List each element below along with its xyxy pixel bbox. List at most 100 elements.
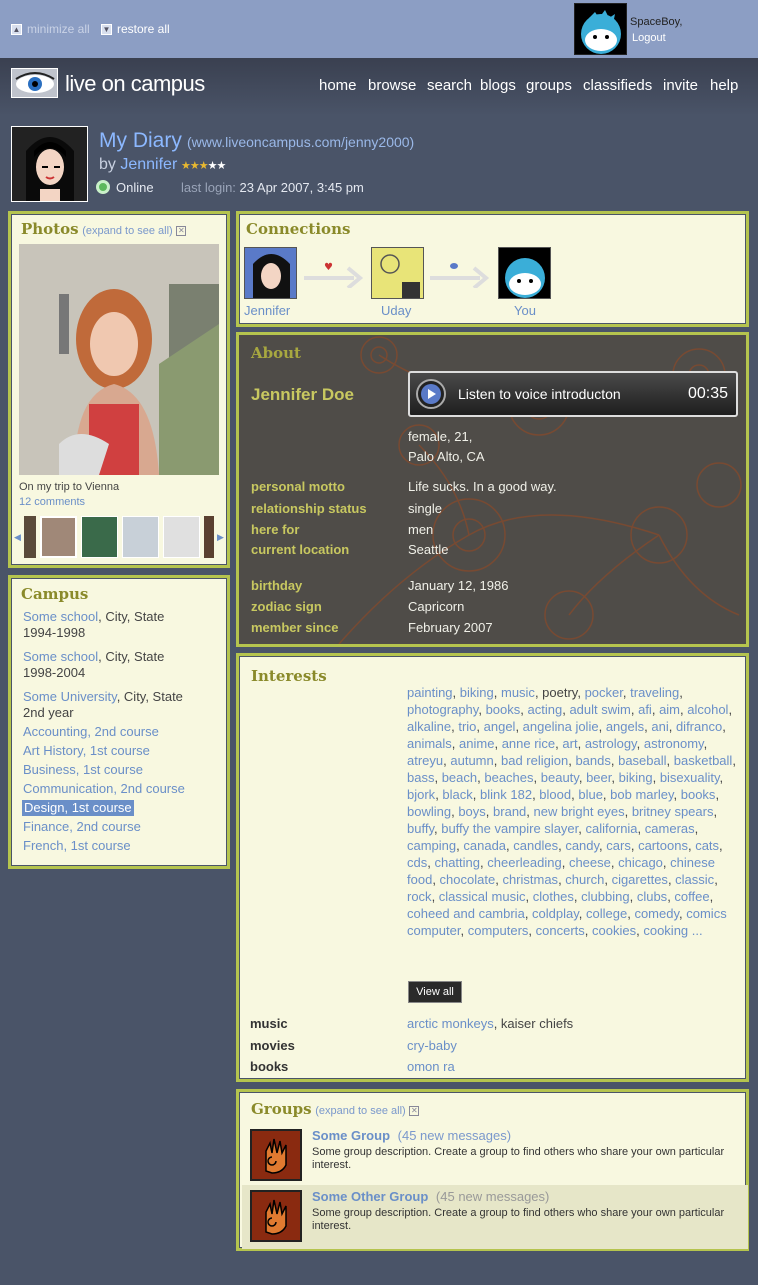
interest-tag[interactable]: biking (619, 770, 653, 785)
interest-tag[interactable]: bass (407, 770, 434, 785)
group-hand-icon[interactable] (250, 1129, 302, 1181)
interest-tag[interactable]: coldplay (532, 906, 579, 921)
interest-tag[interactable]: baseball (618, 753, 666, 768)
voice-intro-player[interactable]: Listen to voice introducton 00:35 (408, 371, 738, 417)
connection-name[interactable]: Jennifer (244, 303, 290, 318)
interest-tag[interactable]: difranco (676, 719, 722, 734)
course-link-selected[interactable]: Design, 1st course (22, 800, 134, 816)
interest-tag[interactable]: cheese (569, 855, 611, 870)
interest-tag[interactable]: buffy (407, 821, 434, 836)
interest-tag[interactable]: blood (539, 787, 571, 802)
connection-avatar-you[interactable] (498, 247, 551, 299)
interest-tag[interactable]: computers (468, 923, 529, 938)
interest-tag[interactable]: traveling (630, 685, 679, 700)
interest-tag[interactable]: cameras (645, 821, 695, 836)
logout-link[interactable]: Logout (632, 32, 666, 44)
interest-tag[interactable]: acting (528, 702, 563, 717)
interest-tag[interactable]: astronomy (644, 736, 704, 751)
interest-tag[interactable]: bjork (407, 787, 435, 802)
interest-tag[interactable]: clubs (637, 889, 667, 904)
movies-link[interactable]: cry-baby (407, 1038, 457, 1053)
school-link[interactable]: Some school (23, 609, 98, 624)
interest-tag[interactable]: black (442, 787, 472, 802)
interest-tag[interactable]: church (565, 872, 604, 887)
photo-thumb[interactable] (40, 516, 77, 558)
interest-tag[interactable]: california (586, 821, 638, 836)
photo-thumb[interactable] (122, 516, 159, 558)
interest-tag[interactable]: camping (407, 838, 456, 853)
interest-tag[interactable]: angelina jolie (523, 719, 599, 734)
interest-tag[interactable]: astrology (585, 736, 637, 751)
interest-tag[interactable]: cookies (592, 923, 636, 938)
interest-tag[interactable]: beer (586, 770, 611, 785)
interest-tag[interactable]: angel (484, 719, 516, 734)
interest-tag[interactable]: comedy (634, 906, 679, 921)
interest-tag[interactable]: buffy the vampire slayer (441, 821, 578, 836)
profile-url-link[interactable]: (www.liveoncampus.com/jenny2000) (187, 134, 414, 150)
interest-tag[interactable]: blue (578, 787, 603, 802)
interest-tag[interactable]: bad religion (501, 753, 568, 768)
interest-tag[interactable]: bands (575, 753, 610, 768)
minimize-all-button[interactable]: ▲ minimize all (11, 22, 90, 36)
interest-tag[interactable]: cheerleading (487, 855, 561, 870)
interest-tag[interactable]: christmas (502, 872, 558, 887)
interest-tag[interactable]: afi (638, 702, 652, 717)
interest-tag[interactable]: beauty (541, 770, 579, 785)
nav-help[interactable]: help (710, 77, 738, 94)
interest-tag[interactable]: bisexuality (660, 770, 720, 785)
author-link[interactable]: Jennifer (120, 156, 177, 173)
interest-tag[interactable]: canada (463, 838, 506, 853)
photos-expand-link[interactable]: (expand to see all) (82, 225, 173, 237)
interest-tag[interactable]: anne rice (502, 736, 555, 751)
view-all-button[interactable]: View all (408, 981, 462, 1003)
interest-tag[interactable]: biking (460, 685, 494, 700)
course-link[interactable]: Business, 1st course (23, 762, 143, 778)
interest-tag[interactable]: bob marley (610, 787, 673, 802)
interest-tag[interactable]: angels (606, 719, 644, 734)
nav-home[interactable]: home (319, 77, 357, 94)
group-name-link[interactable]: Some Group (312, 1128, 390, 1143)
interest-tag[interactable]: britney spears (632, 804, 714, 819)
connection-avatar-jennifer[interactable] (244, 247, 297, 299)
interest-tag[interactable]: classical music (439, 889, 526, 904)
nav-classifieds[interactable]: classifieds (583, 77, 652, 94)
interest-tag[interactable]: college (586, 906, 627, 921)
nav-search[interactable]: search (427, 77, 472, 94)
interest-tag[interactable]: aim (659, 702, 680, 717)
interest-tag[interactable]: music (501, 685, 535, 700)
interest-tag[interactable]: cigarettes (612, 872, 668, 887)
connection-name[interactable]: You (514, 303, 536, 318)
interest-tag[interactable]: chocolate (440, 872, 496, 887)
group-messages[interactable]: (45 new messages) (436, 1189, 549, 1204)
photo-comments-link[interactable]: 12 comments (19, 496, 85, 508)
interest-tag[interactable]: beach (442, 770, 477, 785)
interest-tag[interactable]: ani (651, 719, 668, 734)
course-link[interactable]: Accounting, 2nd course (23, 724, 159, 740)
photo-thumb[interactable] (163, 516, 200, 558)
interest-tag[interactable]: classic (675, 872, 714, 887)
interest-tag[interactable]: coheed and cambria (407, 906, 525, 921)
nav-blogs[interactable]: blogs (480, 77, 516, 94)
interest-tag[interactable]: books (486, 702, 521, 717)
interest-tag[interactable]: alkaline (407, 719, 451, 734)
books-link[interactable]: omon ra (407, 1059, 455, 1074)
interest-tag[interactable]: beaches (484, 770, 533, 785)
interest-tag[interactable]: cds (407, 855, 427, 870)
interest-tag[interactable]: blink 182 (480, 787, 532, 802)
interest-tag[interactable]: painting (407, 685, 453, 700)
interest-tag[interactable]: cats (695, 838, 719, 853)
school-link[interactable]: Some University (23, 689, 117, 704)
close-icon[interactable]: ✕ (409, 1105, 420, 1116)
nav-invite[interactable]: invite (663, 77, 698, 94)
interest-tag[interactable]: coffee (674, 889, 709, 904)
photo-thumb[interactable] (204, 516, 214, 558)
interest-tag[interactable]: clubbing (581, 889, 629, 904)
interest-tag[interactable]: atreyu (407, 753, 443, 768)
interest-tag[interactable]: brand (493, 804, 526, 819)
interest-tag[interactable]: candles (513, 838, 558, 853)
close-icon[interactable]: ✕ (176, 225, 187, 236)
group-messages[interactable]: (45 new messages) (398, 1128, 511, 1143)
photo-thumb[interactable] (24, 516, 36, 558)
interest-tag[interactable]: concerts (536, 923, 585, 938)
logo-text[interactable]: live on campus (65, 71, 205, 97)
